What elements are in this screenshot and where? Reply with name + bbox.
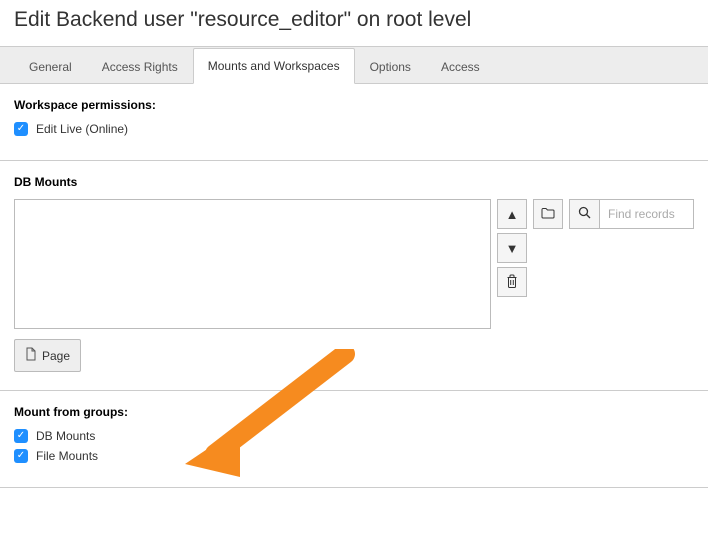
tab-general[interactable]: General <box>14 49 87 84</box>
db-mounts-listbox[interactable] <box>14 199 491 329</box>
mount-from-groups-panel: Mount from groups: DB Mounts File Mounts <box>0 391 708 488</box>
delete-button[interactable] <box>497 267 527 297</box>
search-group <box>569 199 694 229</box>
tab-mounts-workspaces[interactable]: Mounts and Workspaces <box>193 48 355 84</box>
triangle-up-icon: ▲ <box>506 207 519 222</box>
move-up-button[interactable]: ▲ <box>497 199 527 229</box>
db-mounts-row: DB Mounts <box>14 429 694 443</box>
move-down-button[interactable]: ▼ <box>497 233 527 263</box>
search-icon <box>578 206 591 222</box>
page-title: Edit Backend user "resource_editor" on r… <box>0 0 708 46</box>
trash-icon <box>506 274 518 291</box>
edit-live-checkbox[interactable] <box>14 122 28 136</box>
edit-live-label: Edit Live (Online) <box>36 122 128 136</box>
folder-icon <box>541 207 555 222</box>
db-mounts-label: DB Mounts <box>36 429 95 443</box>
tab-options[interactable]: Options <box>355 49 426 84</box>
find-records-input[interactable] <box>599 199 694 229</box>
workspace-permissions-heading: Workspace permissions: <box>14 98 694 112</box>
browse-folder-button[interactable] <box>533 199 563 229</box>
list-controls: ▲ ▼ <box>497 199 527 297</box>
search-button[interactable] <box>569 199 599 229</box>
add-page-button[interactable]: Page <box>14 339 81 372</box>
tab-access[interactable]: Access <box>426 49 495 84</box>
edit-live-row: Edit Live (Online) <box>14 122 694 136</box>
mount-from-groups-heading: Mount from groups: <box>14 405 694 419</box>
workspace-permissions-panel: Workspace permissions: Edit Live (Online… <box>0 84 708 161</box>
page-icon <box>25 347 37 364</box>
tab-bar: General Access Rights Mounts and Workspa… <box>0 46 708 84</box>
db-mounts-heading: DB Mounts <box>14 175 694 189</box>
triangle-down-icon: ▼ <box>506 241 519 256</box>
db-mounts-checkbox[interactable] <box>14 429 28 443</box>
file-mounts-label: File Mounts <box>36 449 98 463</box>
file-mounts-row: File Mounts <box>14 449 694 463</box>
tab-access-rights[interactable]: Access Rights <box>87 49 193 84</box>
add-page-label: Page <box>42 349 70 363</box>
db-mounts-panel: DB Mounts ▲ ▼ <box>0 161 708 391</box>
file-mounts-checkbox[interactable] <box>14 449 28 463</box>
